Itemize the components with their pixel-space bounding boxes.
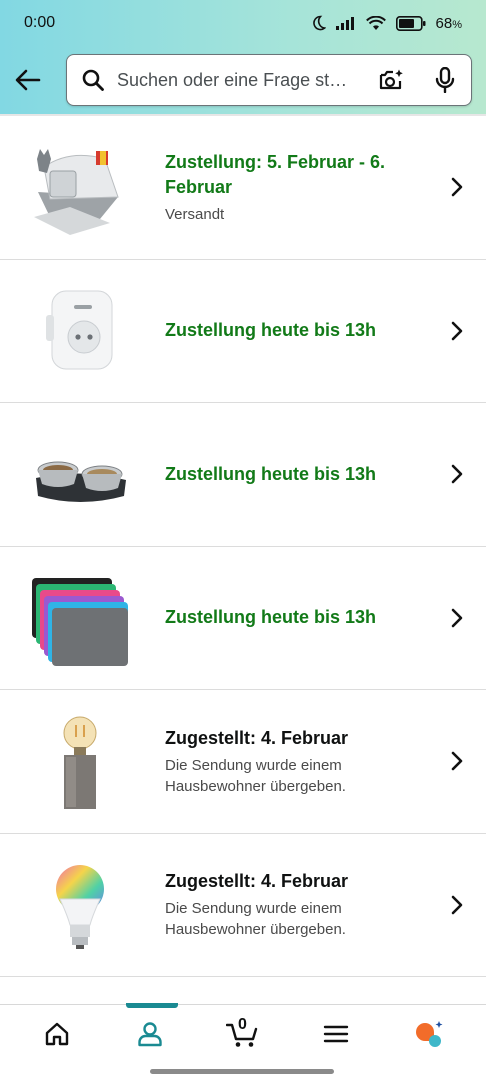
moon-icon	[310, 15, 326, 31]
order-item[interactable]: Zustellung heute bis 13h	[0, 260, 486, 403]
nav-home[interactable]	[27, 1005, 87, 1063]
product-image-smart-plug	[30, 281, 130, 381]
status-time: 0:00	[24, 14, 56, 31]
chevron-right-icon	[442, 608, 472, 628]
header: Suchen oder eine Frage st…	[0, 46, 486, 114]
delivery-status: Zustellung heute bis 13h	[165, 320, 377, 341]
order-item[interactable]: Zugestellt: 4. Februar Die Sendung wurde…	[0, 834, 486, 977]
delivery-status: Zugestellt: 4. Februar	[165, 727, 349, 748]
chevron-right-icon	[442, 464, 472, 484]
person-icon	[138, 1021, 162, 1046]
order-item[interactable]: Zustellung heute bis 13h	[0, 403, 486, 547]
cart-count: 0	[237, 1015, 247, 1033]
shipping-status: Versandt	[165, 205, 225, 223]
product-image-litter-box	[30, 137, 130, 237]
back-button[interactable]	[10, 60, 46, 100]
assistant-icon	[416, 1020, 443, 1047]
nav-menu[interactable]	[306, 1005, 366, 1063]
chevron-right-icon	[442, 177, 472, 197]
home-icon	[45, 1022, 68, 1045]
delivery-note: Die Sendung wurde einem Hausbewohner über…	[165, 756, 346, 795]
battery-icon	[395, 15, 426, 31]
nav-assistant[interactable]	[399, 1005, 459, 1063]
home-indicator	[150, 1069, 334, 1074]
nav-account[interactable]	[120, 1002, 180, 1063]
back-arrow-icon	[15, 69, 41, 91]
delivery-note: Die Sendung wurde einem Hausbewohner über…	[165, 900, 346, 939]
chevron-right-icon	[442, 895, 472, 915]
status-icons: 68%	[310, 15, 462, 32]
delivery-status: Zustellung heute bis 13h	[165, 607, 377, 628]
order-list: Zustellung: 5. Februar - 6. Februar Versa…	[0, 114, 486, 977]
bottom-navigation: 0	[0, 1002, 486, 1063]
search-icon	[81, 68, 105, 92]
product-image-pet-bowls	[30, 424, 130, 524]
battery-percent: 68%	[435, 14, 462, 32]
wifi-icon	[365, 15, 386, 31]
camera-search-icon[interactable]	[377, 66, 405, 94]
order-item[interactable]: Zustellung heute bis 13h	[0, 547, 486, 690]
active-tab-indicator	[125, 1002, 178, 1008]
nav-cart[interactable]: 0	[213, 1005, 273, 1063]
chevron-right-icon	[442, 321, 472, 341]
signal-icon	[335, 16, 356, 30]
order-item[interactable]: Zugestellt: 4. Februar Die Sendung wurde…	[0, 690, 486, 834]
delivery-status: Zustellung heute bis 13h	[165, 463, 377, 484]
microphone-icon[interactable]	[431, 66, 459, 94]
status-bar: 0:00 68%	[0, 0, 486, 46]
product-image-feeding-mats	[30, 568, 130, 668]
delivery-status: Zugestellt: 4. Februar	[165, 871, 349, 892]
product-image-table-lamp	[30, 711, 130, 811]
search-bar[interactable]: Suchen oder eine Frage st…	[66, 54, 472, 106]
delivery-status: Zustellung: 5. Februar - 6. Februar	[165, 151, 386, 197]
order-item[interactable]: Zustellung: 5. Februar - 6. Februar Versa…	[0, 116, 486, 260]
menu-icon	[323, 1025, 349, 1042]
search-input[interactable]: Suchen oder eine Frage st…	[117, 70, 361, 91]
product-image-smart-bulb	[30, 855, 130, 955]
chevron-right-icon	[442, 751, 472, 771]
